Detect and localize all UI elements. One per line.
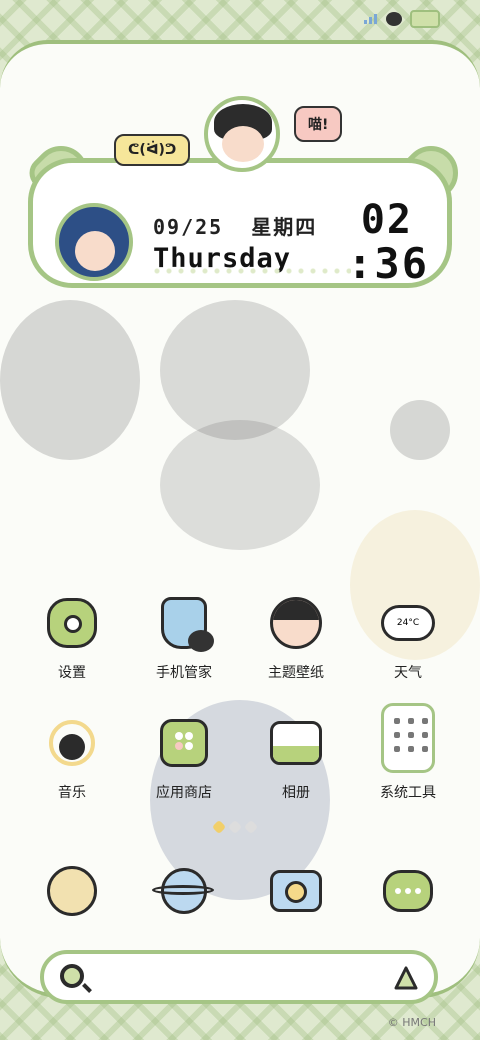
app-store-icon	[160, 719, 208, 767]
widget-weekday-cn: 星期四	[251, 215, 318, 239]
weather-cloud-icon: 24°C	[381, 594, 438, 641]
background-character	[160, 420, 320, 550]
widget-hour: 02	[360, 197, 413, 243]
folder-system-tools[interactable]: 系统工具	[358, 703, 458, 802]
clock-widget[interactable]: 09/25 星期四 Thursday 02 :36	[28, 158, 452, 288]
app-label: 主题壁纸	[268, 665, 324, 681]
widget-avatar	[55, 203, 133, 281]
music-headphones-icon	[49, 720, 95, 766]
status-bar	[364, 10, 440, 28]
app-label: 系统工具	[380, 785, 436, 801]
copyright-text: © HMCH	[387, 1016, 436, 1029]
system-tools-folder-icon	[381, 703, 435, 773]
search-icon[interactable]	[60, 964, 84, 988]
dock-camera[interactable]	[246, 864, 346, 918]
phone-manager-shield-icon	[161, 597, 214, 652]
page-dot	[243, 819, 259, 835]
signal-icon	[364, 14, 378, 24]
camera-icon	[270, 870, 322, 912]
top-avatar	[204, 96, 280, 172]
page-indicator	[211, 819, 259, 835]
app-label: 相册	[282, 785, 310, 801]
settings-flower-icon	[47, 598, 97, 648]
app-weather[interactable]: 24°C 天气	[358, 594, 458, 682]
phone-character-icon	[47, 866, 97, 916]
dock-messages[interactable]	[358, 864, 458, 918]
app-label: 音乐	[58, 785, 86, 801]
dock-phone[interactable]	[22, 864, 122, 918]
app-music[interactable]: 音乐	[22, 716, 122, 802]
search-bar[interactable]	[40, 950, 438, 1004]
browser-planet-icon	[152, 868, 214, 914]
app-store[interactable]: 应用商店	[134, 716, 234, 802]
app-phone-manager[interactable]: 手机管家	[134, 596, 234, 682]
background-character	[390, 400, 450, 460]
app-label: 应用商店	[156, 785, 212, 801]
battery-icon	[410, 10, 440, 28]
app-label: 手机管家	[156, 665, 212, 681]
background-character	[160, 300, 310, 440]
theme-wallpaper-icon	[270, 597, 322, 649]
widget-heart-pattern	[151, 265, 351, 279]
speech-bubble-right: 喵!	[294, 106, 343, 142]
app-settings[interactable]: 设置	[22, 596, 122, 682]
weather-temp: 24°C	[396, 618, 420, 628]
cat-icon	[386, 12, 402, 26]
widget-minute: :36	[347, 239, 429, 288]
dock-browser[interactable]	[134, 864, 234, 918]
page-dot	[227, 819, 243, 835]
app-gallery[interactable]: 相册	[246, 716, 346, 802]
assistant-icon[interactable]	[394, 966, 418, 990]
messages-chat-icon	[383, 870, 433, 912]
app-label: 天气	[394, 665, 422, 681]
gallery-icon	[270, 721, 322, 765]
widget-date: 09/25 星期四	[153, 215, 318, 239]
app-label: 设置	[58, 665, 86, 681]
background-character	[0, 300, 140, 460]
page-dot-active	[211, 819, 227, 835]
speech-bubble-left: ᕦ(ᐛ)ᕤ	[114, 134, 191, 166]
app-theme-wallpaper[interactable]: 主题壁纸	[246, 596, 346, 682]
